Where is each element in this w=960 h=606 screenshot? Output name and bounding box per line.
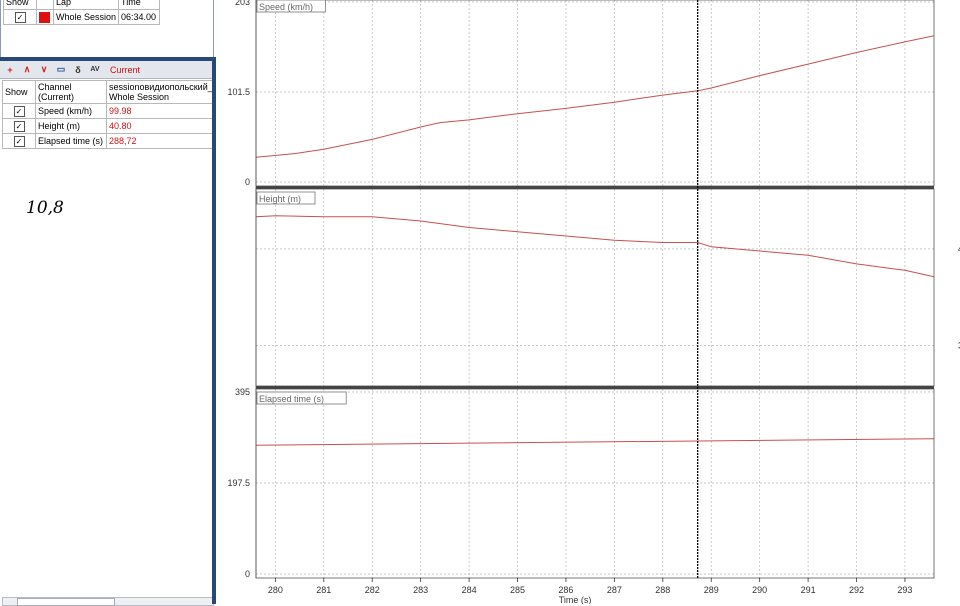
lap-name: Whole Session	[52, 9, 120, 25]
add-cursor-icon[interactable]: +	[3, 63, 17, 76]
x-tick-label: 282	[365, 585, 380, 595]
plot-background	[256, 0, 934, 578]
channel-header-channel: Channel (Current)	[35, 80, 107, 104]
lap-header-lap: Lap	[52, 0, 120, 10]
channel-header-line2: (Current)	[38, 92, 75, 102]
panel-label: Elapsed time (s)	[259, 394, 324, 404]
channel-value: 99.98	[106, 103, 216, 119]
channel-name: Height (m)	[35, 118, 107, 134]
y-tick-label: 395	[235, 387, 250, 397]
panel-separator	[256, 186, 934, 189]
channel-header-show: Show	[2, 80, 36, 104]
y-tick-label: 0	[245, 177, 250, 187]
y-tick-label: 0	[245, 569, 250, 579]
session-header-line2: Whole Session	[109, 92, 170, 102]
x-tick-label: 291	[801, 585, 816, 595]
channel-header-session: sessionовидиопольский_ Whole Session	[106, 80, 216, 104]
channel-value: 40.80	[106, 118, 216, 134]
y-tick-label: 203	[235, 0, 250, 7]
valley-icon[interactable]: ∨	[37, 63, 51, 76]
x-tick-label: 283	[413, 585, 428, 595]
channel-name: Speed (km/h)	[35, 103, 107, 119]
x-tick-label: 290	[752, 585, 767, 595]
elapsed-show-checkbox[interactable]: ✓	[13, 135, 25, 147]
y-tick-label: 197.5	[227, 478, 250, 488]
panel-separator	[256, 386, 934, 389]
lap-panel: Show Lap Time ✓ Whole Session 06:34.00	[0, 0, 214, 58]
channel-toolbar: + ∧ ∨ ▭ δ AV Current	[0, 61, 214, 79]
range-icon[interactable]: ▭	[54, 63, 68, 76]
channel-row-speed[interactable]: ✓ Speed (km/h) 99.98	[2, 103, 216, 119]
x-tick-label: 292	[849, 585, 864, 595]
lap-table: Show Lap Time ✓ Whole Session 06:34.00	[3, 0, 161, 25]
lap-header-show: Show	[3, 0, 37, 10]
height-show-checkbox[interactable]: ✓	[13, 120, 25, 132]
current-mode-label[interactable]: Current	[110, 65, 140, 75]
x-tick-label: 288	[655, 585, 670, 595]
panel-label: Speed (km/h)	[259, 2, 313, 12]
channel-row-elapsed[interactable]: ✓ Elapsed time (s) 288,72	[2, 133, 216, 149]
handwritten-note: 10,8	[26, 198, 64, 218]
lap-row[interactable]: ✓ Whole Session 06:34.00	[3, 9, 161, 25]
channel-table: Show Channel (Current) sessionовидиопольс…	[2, 80, 216, 149]
channel-name: Elapsed time (s)	[35, 133, 107, 149]
lap-header-time: Time	[118, 0, 161, 10]
x-tick-label: 287	[607, 585, 622, 595]
x-axis-label: Time (s)	[559, 595, 592, 604]
y-tick-label: 101.5	[227, 87, 250, 97]
x-tick-label: 285	[510, 585, 525, 595]
x-tick-label: 284	[462, 585, 477, 595]
x-tick-label: 293	[897, 585, 912, 595]
channel-header-line1: Channel	[38, 82, 72, 92]
left-panel: Show Lap Time ✓ Whole Session 06:34.00 +…	[0, 0, 216, 606]
channel-row-height[interactable]: ✓ Height (m) 40.80	[2, 118, 216, 134]
panel-label: Height (m)	[259, 194, 301, 204]
scroll-thumb[interactable]	[17, 598, 115, 606]
channel-value: 288,72	[106, 133, 216, 149]
lap-show-checkbox[interactable]: ✓	[14, 11, 26, 23]
horizontal-scrollbar[interactable]	[2, 597, 214, 606]
delta-icon[interactable]: δ	[71, 63, 85, 76]
x-tick-label: 280	[268, 585, 283, 595]
speed-show-checkbox[interactable]: ✓	[13, 105, 25, 117]
chart-area[interactable]: 203101.50Speed (km/h)40.536Height (m)395…	[216, 0, 960, 604]
lap-color-swatch[interactable]	[39, 11, 50, 23]
lap-time: 06:34.00	[118, 9, 161, 25]
peak-icon[interactable]: ∧	[20, 63, 34, 76]
average-icon[interactable]: AV	[88, 63, 102, 76]
lap-header-color	[36, 0, 54, 10]
session-header-line1: sessionовидиопольский_	[109, 82, 213, 92]
x-tick-label: 281	[316, 585, 331, 595]
x-tick-label: 286	[558, 585, 573, 595]
x-tick-label: 289	[704, 585, 719, 595]
